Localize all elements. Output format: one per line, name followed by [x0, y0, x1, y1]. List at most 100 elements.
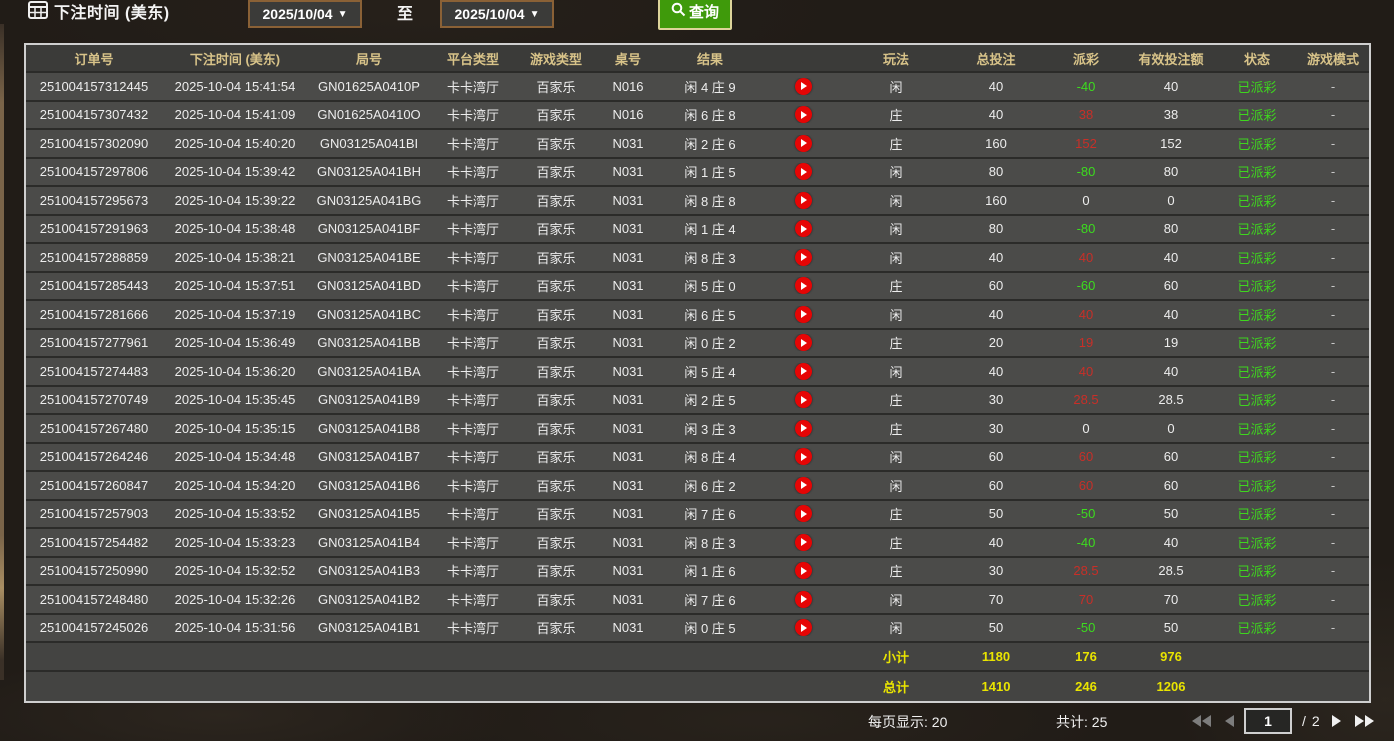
cell-table: N031 [596, 335, 660, 350]
cell-video [760, 135, 846, 152]
cell-payout: 152 [1046, 136, 1126, 151]
table-row: 2510041572484802025-10-04 15:32:26GN0312… [26, 586, 1369, 615]
cell-total: 30 [946, 392, 1046, 407]
cell-mode: - [1298, 392, 1368, 407]
cell-mode: - [1298, 164, 1368, 179]
cell-time: 2025-10-04 15:38:21 [162, 250, 308, 265]
cell-play: 庄 [846, 390, 946, 409]
cell-result: 闲 8 庄 3 [660, 533, 760, 552]
replay-video-icon[interactable] [795, 334, 812, 351]
query-button-label: 查询 [689, 1, 719, 22]
cell-status: 已派彩 [1216, 447, 1298, 466]
cell-video [760, 334, 846, 351]
replay-video-icon[interactable] [795, 135, 812, 152]
replay-video-icon[interactable] [795, 220, 812, 237]
cell-order: 251004157302090 [26, 136, 162, 151]
header-game: 游戏类型 [516, 49, 596, 68]
replay-video-icon[interactable] [795, 477, 812, 494]
cell-time: 2025-10-04 15:32:52 [162, 563, 308, 578]
cell-table: N031 [596, 364, 660, 379]
grand-total-row: 总计 1410 246 1206 [26, 672, 1369, 701]
date-from-value: 2025/10/04 [263, 6, 333, 22]
cell-play: 闲 [846, 191, 946, 210]
cell-game: 百家乐 [516, 162, 596, 181]
cell-mode: - [1298, 535, 1368, 550]
cell-play: 庄 [846, 105, 946, 124]
cell-play: 闲 [846, 219, 946, 238]
cell-video [760, 391, 846, 408]
page-number-input[interactable] [1244, 708, 1292, 734]
date-from-select[interactable]: 2025/10/04 ▼ [248, 0, 362, 28]
table-header-row: 订单号 下注时间 (美东) 局号 平台类型 游戏类型 桌号 结果 玩法 总投注 … [26, 45, 1369, 73]
cell-total: 60 [946, 478, 1046, 493]
cell-mode: - [1298, 563, 1368, 578]
cell-platform: 卡卡湾厅 [430, 390, 516, 409]
cell-status: 已派彩 [1216, 362, 1298, 381]
cell-order: 251004157307432 [26, 107, 162, 122]
cell-total: 40 [946, 535, 1046, 550]
replay-video-icon[interactable] [795, 505, 812, 522]
replay-video-icon[interactable] [795, 78, 812, 95]
left-edge-strip [0, 24, 4, 680]
replay-video-icon[interactable] [795, 192, 812, 209]
cell-status: 已派彩 [1216, 162, 1298, 181]
cell-valid: 0 [1126, 193, 1216, 208]
cell-status: 已派彩 [1216, 191, 1298, 210]
replay-video-icon[interactable] [795, 448, 812, 465]
cell-result: 闲 4 庄 9 [660, 77, 760, 96]
cell-valid: 40 [1126, 250, 1216, 265]
next-page-button[interactable] [1328, 711, 1345, 731]
cell-mode: - [1298, 335, 1368, 350]
query-button[interactable]: 查询 [658, 0, 732, 30]
cell-round: GN03125A041B7 [308, 449, 430, 464]
cell-status: 已派彩 [1216, 504, 1298, 523]
replay-video-icon[interactable] [795, 619, 812, 636]
cell-platform: 卡卡湾厅 [430, 447, 516, 466]
last-page-button[interactable] [1351, 711, 1378, 731]
cell-video [760, 249, 846, 266]
cell-total: 30 [946, 421, 1046, 436]
cell-table: N031 [596, 278, 660, 293]
replay-video-icon[interactable] [795, 163, 812, 180]
date-to-select[interactable]: 2025/10/04 ▼ [440, 0, 554, 28]
cell-valid: 50 [1126, 506, 1216, 521]
cell-order: 251004157277961 [26, 335, 162, 350]
table-row: 2510041572744832025-10-04 15:36:20GN0312… [26, 358, 1369, 387]
cell-valid: 28.5 [1126, 392, 1216, 407]
replay-video-icon[interactable] [795, 249, 812, 266]
cell-order: 251004157312445 [26, 79, 162, 94]
cell-payout: 70 [1046, 592, 1126, 607]
replay-video-icon[interactable] [795, 391, 812, 408]
replay-video-icon[interactable] [795, 562, 812, 579]
cell-round: GN03125A041BG [308, 193, 430, 208]
first-page-button[interactable] [1188, 711, 1215, 731]
replay-video-icon[interactable] [795, 420, 812, 437]
cell-payout: 28.5 [1046, 563, 1126, 578]
replay-video-icon[interactable] [795, 591, 812, 608]
cell-round: GN03125A041BH [308, 164, 430, 179]
cell-order: 251004157245026 [26, 620, 162, 635]
cell-table: N031 [596, 620, 660, 635]
total-count-label: 共计: 25 [1056, 712, 1107, 732]
date-range-to-label: 至 [397, 0, 413, 24]
replay-video-icon[interactable] [795, 306, 812, 323]
cell-play: 闲 [846, 362, 946, 381]
replay-video-icon[interactable] [795, 534, 812, 551]
grand-total-label: 总计 [846, 677, 946, 696]
cell-payout: 60 [1046, 478, 1126, 493]
replay-video-icon[interactable] [795, 277, 812, 294]
cell-mode: - [1298, 478, 1368, 493]
cell-total: 30 [946, 563, 1046, 578]
cell-mode: - [1298, 79, 1368, 94]
cell-time: 2025-10-04 15:33:23 [162, 535, 308, 550]
cell-result: 闲 5 庄 0 [660, 276, 760, 295]
replay-video-icon[interactable] [795, 363, 812, 380]
replay-video-icon[interactable] [795, 106, 812, 123]
cell-order: 251004157295673 [26, 193, 162, 208]
cell-result: 闲 2 庄 5 [660, 390, 760, 409]
prev-page-button[interactable] [1221, 711, 1238, 731]
table-row: 2510041572779612025-10-04 15:36:49GN0312… [26, 330, 1369, 359]
cell-round: GN03125A041B9 [308, 392, 430, 407]
cell-valid: 50 [1126, 620, 1216, 635]
cell-round: GN03125A041B5 [308, 506, 430, 521]
